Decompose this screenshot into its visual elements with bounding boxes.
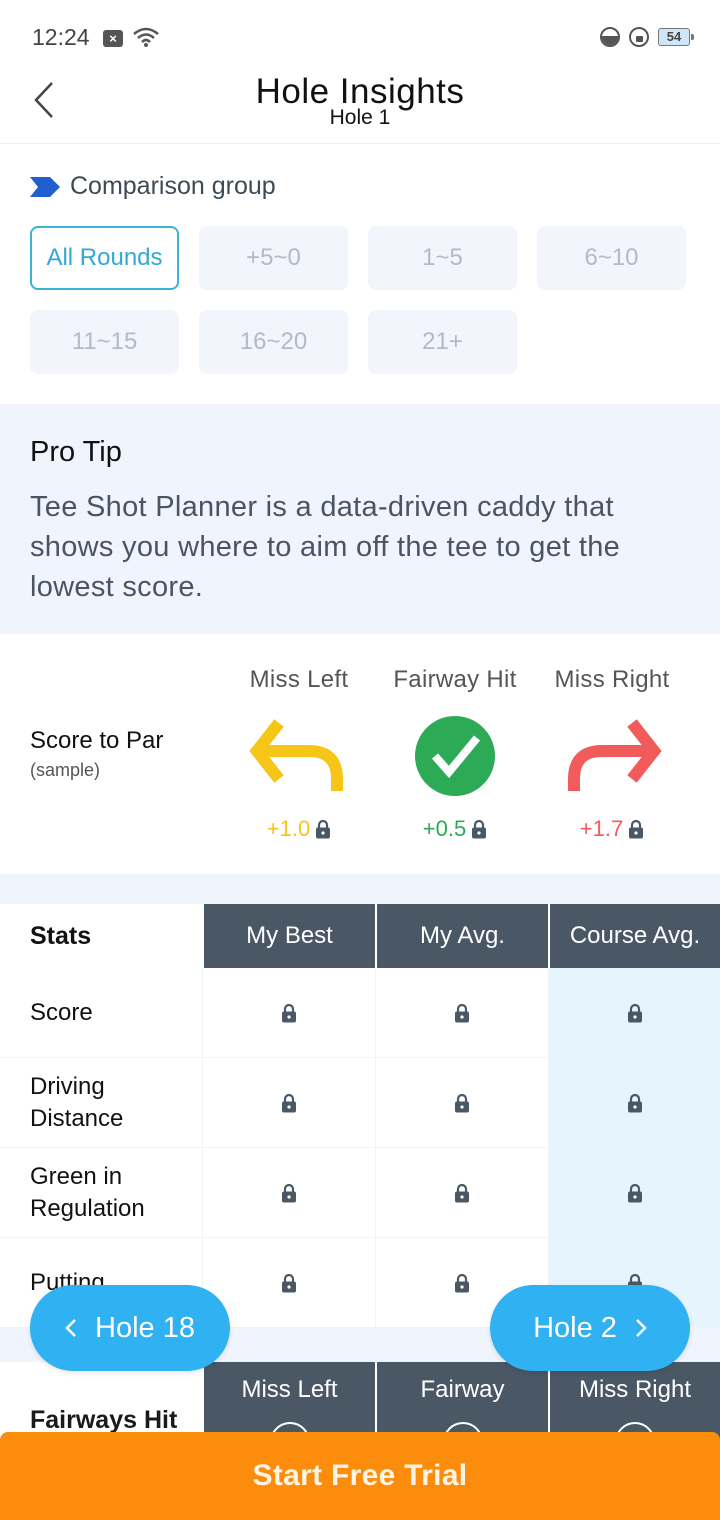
check-circle-icon [415, 716, 495, 796]
notification-x-icon: × [103, 30, 123, 47]
pro-tip-body: Tee Shot Planner is a data-driven caddy … [30, 491, 621, 603]
pro-tip-title: Pro Tip [30, 436, 122, 468]
rotation-lock-icon [629, 27, 649, 47]
lock-icon [282, 1003, 296, 1022]
miss-left-header: Miss Left [249, 666, 349, 693]
lock-icon [282, 1273, 296, 1292]
locked-cell[interactable] [202, 968, 375, 1057]
header-miss-left: Miss Left [202, 1362, 375, 1442]
lock-icon [282, 1183, 296, 1202]
score-to-par-section: Score to Par (sample) Miss Left +1.0 Fai… [0, 634, 720, 874]
header-my-avg: My Avg. [375, 904, 548, 968]
chevron-right-icon [636, 1319, 647, 1337]
lock-icon [282, 1093, 296, 1112]
stats-header-row: Stats My Best My Avg. Course Avg. [0, 904, 720, 968]
stats-header-label: Stats [30, 922, 92, 950]
lock-icon [455, 1183, 469, 1202]
header-label: Miss Right [578, 1376, 692, 1403]
locked-cell[interactable] [202, 1058, 375, 1147]
arrow-turn-right-icon [568, 719, 662, 791]
score-to-par-sublabel: (sample) [30, 760, 101, 780]
chevron-left-icon [65, 1319, 76, 1337]
locked-cell[interactable] [375, 1058, 548, 1147]
lock-icon [455, 1273, 469, 1292]
battery-icon: 54 [658, 28, 694, 46]
lock-icon [455, 1003, 469, 1022]
lock-icon [627, 1093, 642, 1112]
fairway-hit-value: +0.5 [422, 816, 467, 841]
pro-tip-card: Pro Tip Tee Shot Planner is a data-drive… [0, 404, 720, 634]
header-label: Fairway [420, 1376, 505, 1403]
comparison-chips: All Rounds +5~0 1~5 6~10 11~15 16~20 21+ [30, 226, 690, 374]
locked-cell[interactable] [375, 968, 548, 1057]
section-divider [0, 874, 720, 904]
data-saver-icon [600, 27, 620, 47]
header-course-avg: Course Avg. [548, 904, 720, 968]
next-hole-label: Hole 2 [533, 1311, 617, 1344]
stats-table: Stats My Best My Avg. Course Avg. Score … [0, 904, 720, 1328]
fairways-hit-label: Fairways Hit [30, 1406, 178, 1434]
lock-icon [627, 1183, 642, 1202]
comparison-group-heading: Comparison group [30, 172, 276, 201]
chip-16-20[interactable]: 16~20 [199, 310, 348, 374]
lock-icon [455, 1093, 469, 1112]
chip-plus5-0[interactable]: +5~0 [199, 226, 348, 290]
table-row: Driving Distance [0, 1058, 720, 1148]
header-miss-right: Miss Right [548, 1362, 720, 1442]
row-label: Green in Regulation [30, 1162, 145, 1222]
lock-icon [472, 819, 487, 839]
fairway-hit-header: Fairway Hit [393, 666, 517, 693]
chip-11-15[interactable]: 11~15 [30, 310, 179, 374]
header-my-best: My Best [202, 904, 375, 968]
table-row: Green in Regulation [0, 1148, 720, 1238]
previous-hole-button[interactable]: Hole 18 [30, 1285, 230, 1371]
chip-21-plus[interactable]: 21+ [368, 310, 517, 374]
locked-cell[interactable] [202, 1238, 375, 1327]
comparison-group-title: Comparison group [70, 172, 276, 200]
header-label: Miss Left [241, 1376, 338, 1403]
table-row: Score [0, 968, 720, 1058]
lock-icon [316, 819, 331, 839]
locked-cell[interactable] [375, 1148, 548, 1237]
miss-right-value: +1.7 [579, 816, 624, 841]
locked-cell[interactable] [202, 1148, 375, 1237]
arrow-turn-left-icon [249, 719, 343, 791]
locked-cell[interactable] [548, 1058, 720, 1147]
score-to-par-label: Score to Par [30, 727, 164, 754]
start-free-trial-button[interactable]: Start Free Trial [0, 1432, 720, 1520]
lock-icon [629, 819, 644, 839]
previous-hole-label: Hole 18 [95, 1311, 195, 1344]
fairway-hit-column: Fairway Hit +0.5 [370, 666, 540, 842]
header: Hole Insights Hole 1 [0, 72, 720, 144]
chevron-flag-icon [30, 176, 60, 197]
fairways-hit-table: Fairways Hit Miss Left Fairway Miss Righ… [0, 1362, 720, 1442]
miss-right-header: Miss Right [554, 666, 670, 693]
locked-cell[interactable] [548, 968, 720, 1057]
miss-right-column: Miss Right +1.7 [527, 666, 697, 842]
status-bar: 12:24 × 54 [0, 0, 720, 72]
header-fairway: Fairway [375, 1362, 548, 1442]
chip-6-10[interactable]: 6~10 [537, 226, 686, 290]
miss-left-value: +1.0 [266, 816, 311, 841]
row-label: Driving Distance [30, 1072, 124, 1132]
miss-left-column: Miss Left +1.0 [214, 666, 384, 842]
chip-all-rounds[interactable]: All Rounds [30, 226, 179, 290]
next-hole-button[interactable]: Hole 2 [490, 1285, 690, 1371]
wifi-icon [133, 27, 159, 47]
row-label: Score [30, 998, 93, 1026]
page-subtitle: Hole 1 [329, 106, 391, 129]
lock-icon [627, 1003, 642, 1022]
locked-cell[interactable] [548, 1148, 720, 1237]
status-time: 12:24 [32, 24, 90, 50]
chip-1-5[interactable]: 1~5 [368, 226, 517, 290]
